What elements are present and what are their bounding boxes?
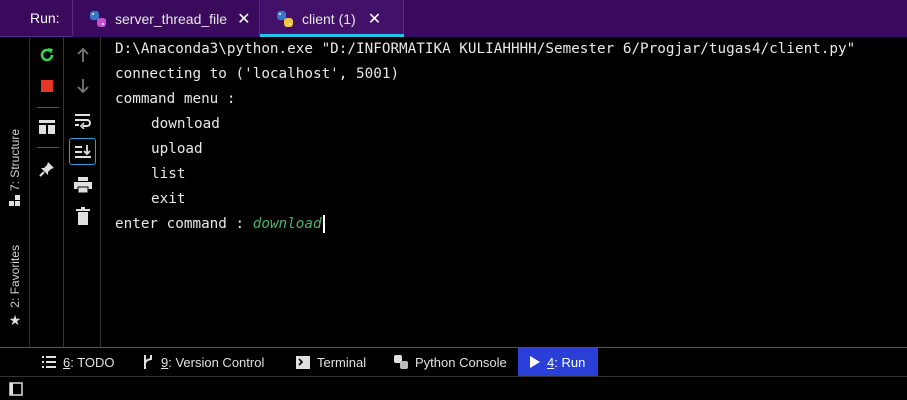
- run-toolbar-secondary: [65, 37, 101, 347]
- toggle-tool-windows-button[interactable]: [9, 382, 23, 400]
- rerun-icon: [40, 48, 54, 62]
- console-line: exit: [151, 191, 186, 207]
- bottom-tab-label: : Version Control: [168, 354, 265, 370]
- tab-label: server_thread_file: [115, 10, 228, 27]
- tab-client-1[interactable]: client (1) ✕: [260, 0, 404, 37]
- soft-wrap-button[interactable]: [65, 108, 100, 134]
- side-tab-label: 7: Structure: [8, 129, 22, 192]
- scroll-to-end-button[interactable]: [69, 138, 96, 165]
- run-icon: [530, 356, 540, 368]
- python-icon: [90, 10, 106, 27]
- pin-icon: [39, 162, 54, 177]
- next-occurrence-button[interactable]: [65, 73, 100, 99]
- status-bar: [0, 376, 907, 400]
- console-line: upload: [151, 141, 203, 157]
- tab-label: client (1): [302, 10, 356, 27]
- bottom-tab-python-console[interactable]: Python Console: [386, 348, 510, 376]
- bottom-tab-version-control[interactable]: 9: Version Control: [134, 348, 280, 376]
- bottom-tool-bar: 6: TODO 9: Version Control Terminal Pyth…: [0, 347, 907, 376]
- soft-wrap-icon: [74, 114, 91, 129]
- print-icon: [73, 177, 92, 193]
- scroll-to-end-icon: [74, 144, 91, 158]
- stop-icon: [41, 80, 53, 92]
- console-user-input[interactable]: download: [253, 216, 322, 232]
- restore-layout-button[interactable]: [31, 114, 63, 140]
- layout-icon: [39, 120, 55, 134]
- tab-bar-empty-area: [404, 0, 907, 37]
- trash-icon: [75, 207, 90, 225]
- console-input-line[interactable]: enter command : download: [115, 214, 325, 234]
- console-line: connecting to ('localhost', 5001): [115, 66, 400, 82]
- bottom-tab-key: 6: [63, 354, 71, 370]
- bottom-tab-run[interactable]: 4: Run: [518, 348, 598, 376]
- left-tool-stripe: 7: Structure 2: Favorites ★: [0, 37, 30, 347]
- previous-occurrence-button[interactable]: [65, 42, 100, 68]
- bottom-tab-label: Python Console: [415, 354, 507, 370]
- branch-icon: [142, 355, 154, 369]
- clear-all-button[interactable]: [65, 203, 100, 229]
- python-console-icon: [394, 355, 408, 369]
- run-tab-bar: Run: server_thread_file ✕ client (1) ✕: [0, 0, 907, 37]
- close-icon[interactable]: ✕: [368, 9, 381, 29]
- bottom-tab-key: 4: [547, 354, 555, 370]
- run-label: Run:: [30, 10, 60, 26]
- rerun-button[interactable]: [31, 42, 63, 68]
- console-output[interactable]: D:\Anaconda3\python.exe "D:/INFORMATIKA …: [102, 37, 907, 347]
- bottom-tab-label: Terminal: [317, 354, 367, 370]
- down-arrow-icon: [76, 79, 89, 94]
- side-tab-favorites[interactable]: 2: Favorites ★: [0, 245, 30, 329]
- console-line: list: [151, 166, 186, 182]
- bottom-tab-terminal[interactable]: Terminal: [288, 348, 378, 376]
- side-tab-structure[interactable]: 7: Structure: [0, 129, 30, 207]
- tool-windows-icon: [9, 382, 23, 396]
- side-tab-label: 2: Favorites: [8, 245, 22, 308]
- bottom-tab-key: 9: [161, 354, 169, 370]
- structure-icon: [9, 195, 20, 207]
- pin-tab-button[interactable]: [31, 156, 63, 182]
- up-arrow-icon: [76, 47, 89, 62]
- console-line: command menu :: [115, 91, 236, 107]
- python-icon: [277, 10, 293, 27]
- console-prompt: enter command :: [115, 216, 253, 232]
- close-icon[interactable]: ✕: [237, 9, 250, 29]
- bottom-tab-todo[interactable]: 6: TODO: [34, 348, 126, 376]
- star-icon: ★: [8, 311, 22, 328]
- list-icon: [42, 356, 56, 368]
- console-line: D:\Anaconda3\python.exe "D:/INFORMATIKA …: [115, 41, 856, 57]
- print-button[interactable]: [65, 172, 100, 198]
- toolbar-separator: [37, 147, 59, 148]
- stop-button[interactable]: [31, 73, 63, 99]
- terminal-icon: [296, 355, 310, 369]
- bottom-tab-label: : Run: [554, 354, 586, 370]
- tab-server-thread-file[interactable]: server_thread_file ✕: [72, 0, 260, 37]
- text-caret: [322, 215, 325, 233]
- console-line: download: [151, 116, 220, 132]
- run-toolbar-primary: [31, 37, 64, 347]
- bottom-tab-label: : TODO: [70, 354, 115, 370]
- toolbar-separator: [37, 107, 59, 108]
